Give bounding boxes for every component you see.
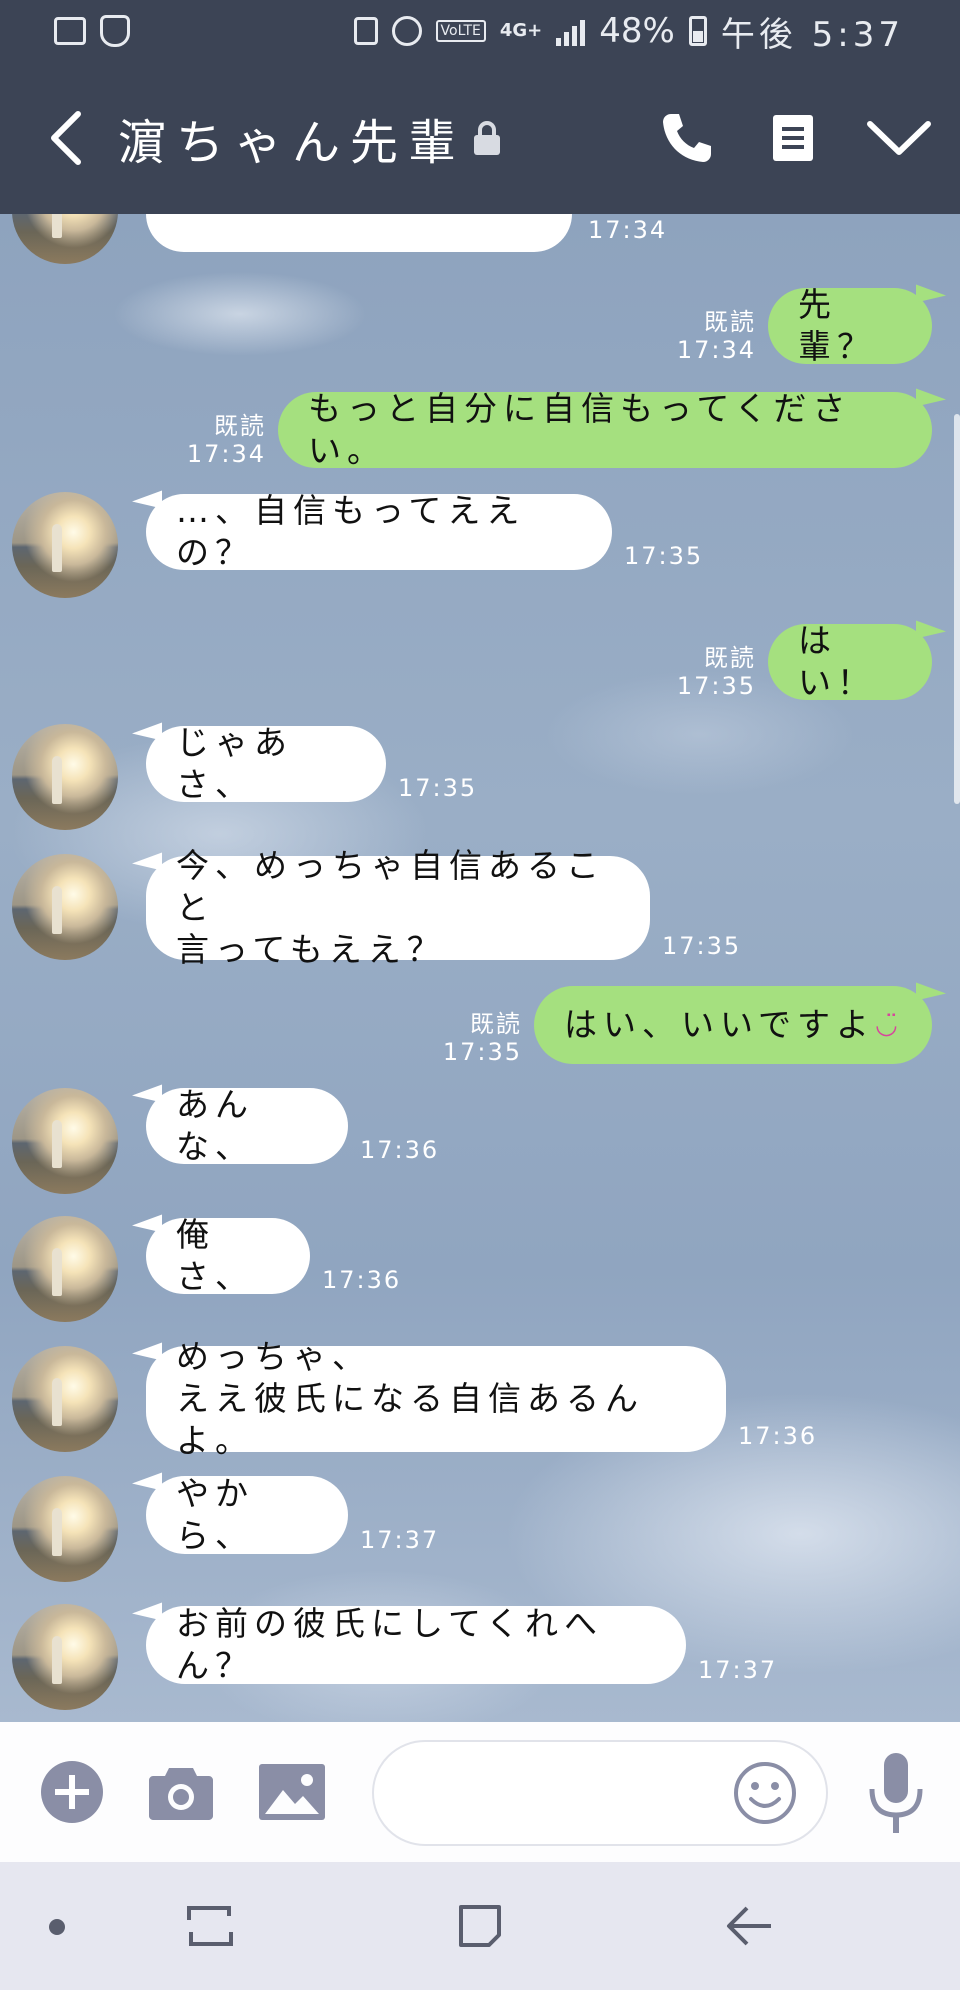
image-icon xyxy=(259,1764,325,1820)
collapse-button[interactable] xyxy=(866,105,932,171)
back-button[interactable] xyxy=(36,108,96,168)
alarm-icon xyxy=(391,16,422,46)
message-meta: 既読 17:34 xyxy=(676,308,756,364)
chevron-left-icon xyxy=(51,111,81,165)
message-meta: 既読 17:35 xyxy=(676,644,756,700)
chat-header: 濵ちゃん先輩 xyxy=(0,62,960,214)
message-time: 17:35 xyxy=(662,932,742,960)
contact-avatar[interactable] xyxy=(12,1346,118,1452)
message-bubble[interactable]: じゃあさ、 xyxy=(146,723,386,804)
message-meta: 既読 17:34 xyxy=(186,412,266,468)
message-time: 17:34 xyxy=(186,440,266,468)
contact-avatar[interactable] xyxy=(12,1604,118,1710)
clock: 午後 5:37 xyxy=(720,14,904,55)
message-time: 17:36 xyxy=(360,1136,440,1164)
message-bubble[interactable]: お前の彼氏にしてくれへん？ xyxy=(146,1604,686,1685)
camera-button[interactable] xyxy=(148,1762,214,1822)
read-receipt: 既読 xyxy=(704,644,756,672)
contact-avatar[interactable] xyxy=(12,724,118,830)
menu-icon xyxy=(773,115,813,161)
contact-avatar[interactable] xyxy=(12,492,118,598)
call-button[interactable] xyxy=(654,105,720,171)
contact-avatar[interactable] xyxy=(12,214,118,264)
shield-notification-icon xyxy=(100,15,130,47)
plus-icon xyxy=(41,1761,103,1823)
nav-dot-button[interactable] xyxy=(40,1910,74,1944)
gallery-notification-icon xyxy=(54,17,86,45)
network-type: 4G+ xyxy=(499,20,543,41)
message-time: 17:35 xyxy=(624,542,704,570)
message-bubble[interactable]: やから、 xyxy=(146,1474,348,1555)
gallery-button[interactable] xyxy=(258,1762,326,1822)
message-time: 17:35 xyxy=(398,774,478,802)
contact-avatar[interactable] xyxy=(12,1476,118,1582)
lock-icon xyxy=(474,121,501,155)
add-button[interactable] xyxy=(38,1758,106,1826)
message-list[interactable]: 17:34 既読 17:34 先輩？ 既読 17:34 もっと自分に自信もってく… xyxy=(0,214,960,1722)
message-bubble[interactable]: もっと自分に自信もってください。 xyxy=(278,389,932,470)
contact-avatar[interactable] xyxy=(12,1216,118,1322)
home-square-icon xyxy=(459,1905,501,1947)
message-bubble[interactable]: 俺さ、 xyxy=(146,1215,310,1296)
message-time: 17:35 xyxy=(676,672,756,700)
smile-emoji-icon: ◡̈ xyxy=(875,1010,898,1040)
phone-icon xyxy=(663,114,711,162)
system-nav-bar xyxy=(0,1862,960,1990)
message-meta: 既読 17:35 xyxy=(442,1010,522,1066)
message-time: 17:34 xyxy=(676,336,756,364)
signal-icon xyxy=(556,16,586,46)
recent-apps-icon xyxy=(187,1906,233,1946)
message-bubble[interactable]: 先輩？ xyxy=(768,285,932,366)
battery-percent: 48% xyxy=(599,11,675,51)
chat-title: 濵ちゃん先輩 xyxy=(118,103,501,173)
status-bar: VoLTE 4G+ 48% 午後 5:37 xyxy=(0,0,960,62)
message-time: 17:36 xyxy=(738,1422,818,1450)
scrollbar[interactable] xyxy=(954,414,960,804)
message-bubble[interactable]: めっちゃ、 ええ彼氏になる自信あるんよ。 xyxy=(146,1337,726,1460)
input-bar xyxy=(0,1722,960,1862)
message-time: 17:35 xyxy=(442,1038,522,1066)
smiley-icon xyxy=(734,1762,796,1824)
battery-icon xyxy=(688,16,707,46)
read-receipt: 既読 xyxy=(470,1010,522,1038)
back-nav-button[interactable] xyxy=(722,1898,778,1954)
arrow-left-icon xyxy=(727,1906,771,1946)
volte-badge: VoLTE xyxy=(435,20,486,42)
microphone-icon xyxy=(869,1753,923,1833)
chevron-down-icon xyxy=(867,121,931,155)
message-time: 17:37 xyxy=(698,1656,778,1684)
home-button[interactable] xyxy=(450,1896,510,1956)
message-text: はい、いいですよ xyxy=(564,1005,876,1044)
message-bubble[interactable] xyxy=(146,214,572,252)
voice-button[interactable] xyxy=(866,1750,926,1836)
read-receipt: 既読 xyxy=(704,308,756,336)
contact-avatar[interactable] xyxy=(12,1088,118,1194)
message-bubble[interactable]: はい、いいですよ ◡̈ xyxy=(534,986,932,1064)
read-receipt: 既読 xyxy=(214,412,266,440)
emoji-button[interactable] xyxy=(732,1760,798,1826)
contact-name: 濵ちゃん先輩 xyxy=(118,115,467,171)
contact-avatar[interactable] xyxy=(12,854,118,960)
camera-icon xyxy=(149,1768,213,1820)
message-bubble[interactable]: はい！ xyxy=(768,621,932,702)
message-time: 17:36 xyxy=(322,1266,402,1294)
menu-button[interactable] xyxy=(760,105,826,171)
message-bubble[interactable]: 今、めっちゃ自信あること 言ってもええ？ xyxy=(146,846,650,969)
message-time: 17:37 xyxy=(360,1526,440,1554)
message-time: 17:34 xyxy=(588,216,668,244)
message-bubble[interactable]: …、自信もってええの？ xyxy=(146,491,612,572)
recent-apps-button[interactable] xyxy=(180,1898,240,1954)
dot-icon xyxy=(49,1919,65,1935)
recycle-icon xyxy=(353,17,378,45)
message-bubble[interactable]: あんな、 xyxy=(146,1085,348,1166)
